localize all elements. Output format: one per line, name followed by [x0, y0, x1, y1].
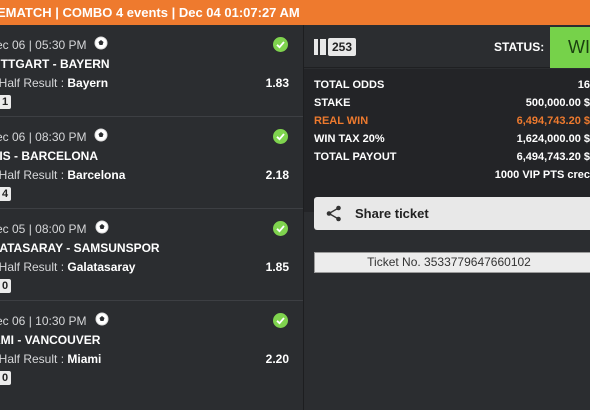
soccer-ball-icon — [94, 36, 108, 50]
event-datetime: ec 06 | 05:30 PM — [0, 38, 87, 52]
list-item[interactable]: ec 06 | 08:30 PM TIS - BARCELONA t Half … — [0, 117, 303, 209]
real-win-value: 6,494,743.20 $ — [516, 115, 590, 127]
share-ticket-button[interactable]: Share ticket — [314, 197, 590, 230]
check-icon — [273, 37, 288, 52]
total-payout-value: 6,494,743.20 $ — [516, 151, 590, 163]
win-tax-value: 1,624,000.00 $ — [516, 133, 590, 145]
event-teams: AMI - VANCOUVER — [0, 333, 101, 347]
list-item[interactable]: ec 06 | 10:30 PM AMI - VANCOUVER t Half … — [0, 301, 303, 393]
event-score-badge: 4 — [0, 187, 12, 201]
event-odds: 1.85 — [265, 260, 289, 274]
event-market: t Half Result : Galatasaray — [0, 260, 136, 274]
check-icon — [273, 313, 288, 328]
stake-value: 500,000.00 $ — [525, 97, 590, 109]
ticket-number-text: Ticket No. 3533779647660102 — [367, 255, 531, 269]
ticket-count-badge: 253 — [328, 38, 356, 56]
event-odds: 2.18 — [265, 168, 289, 182]
event-odds: 1.83 — [265, 76, 289, 90]
ticket-header: 253 STATUS: WI — [304, 25, 590, 68]
total-odds-value: 16 — [577, 79, 590, 91]
ticket-summary: TOTAL ODDS 16 STAKE 500,000.00 $ REAL WI… — [304, 69, 590, 212]
soccer-ball-icon — [95, 220, 109, 234]
event-teams: UTTGART - BAYERN — [0, 57, 110, 71]
vip-points-text: 1000 VIP PTS crec — [494, 169, 590, 181]
header-bar: EMATCH | COMBO 4 events | Dec 04 01:07:2… — [0, 0, 590, 25]
list-item[interactable]: ec 05 | 08:00 PM LATASARAY - SAMSUNSPOR … — [0, 209, 303, 301]
event-teams: TIS - BARCELONA — [0, 149, 98, 163]
event-market: t Half Result : Miami — [0, 352, 102, 366]
event-score-badge: 0 — [0, 371, 12, 385]
ticket-panel: 253 STATUS: WI TOTAL ODDS 16 STAKE 500,0… — [304, 25, 590, 410]
total-odds-label: TOTAL ODDS — [314, 79, 385, 91]
event-score-badge: 1 — [0, 95, 12, 109]
win-tax-label: WIN TAX 20% — [314, 133, 385, 145]
event-datetime: ec 06 | 10:30 PM — [0, 314, 87, 328]
status-badge: WI — [550, 27, 590, 68]
event-datetime: ec 05 | 08:00 PM — [0, 222, 87, 236]
list-item[interactable]: ec 06 | 05:30 PM UTTGART - BAYERN t Half… — [0, 25, 303, 117]
soccer-ball-icon — [95, 312, 109, 326]
share-icon — [326, 205, 341, 222]
event-market: t Half Result : Bayern — [0, 76, 109, 90]
event-datetime: ec 06 | 08:30 PM — [0, 130, 87, 144]
stake-label: STAKE — [314, 97, 351, 109]
total-payout-label: TOTAL PAYOUT — [314, 151, 397, 163]
check-icon — [273, 129, 288, 144]
share-ticket-label: Share ticket — [355, 206, 429, 221]
status-label: STATUS: — [494, 40, 545, 54]
event-market: t Half Result : Barcelona — [0, 168, 126, 182]
event-teams: LATASARAY - SAMSUNSPOR — [0, 241, 160, 255]
soccer-ball-icon — [94, 128, 108, 142]
header-title: EMATCH | COMBO 4 events | Dec 04 01:07:2… — [0, 5, 300, 20]
event-odds: 2.20 — [265, 352, 289, 366]
event-score-badge: 0 — [0, 279, 12, 293]
events-list: ec 06 | 05:30 PM UTTGART - BAYERN t Half… — [0, 25, 303, 410]
check-icon — [273, 221, 288, 236]
real-win-label: REAL WIN — [314, 115, 369, 127]
ticket-number-field[interactable]: Ticket No. 3533779647660102 — [314, 252, 590, 273]
